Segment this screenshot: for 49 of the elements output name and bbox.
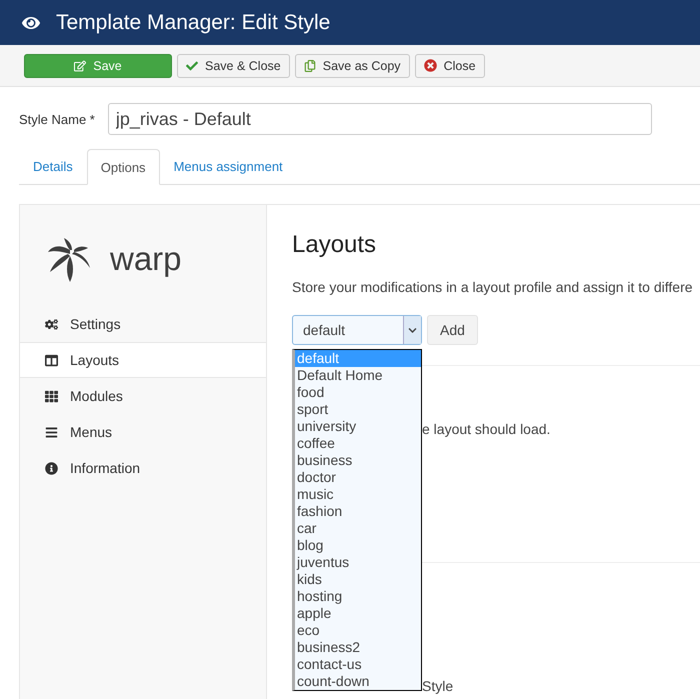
add-button[interactable]: Add: [427, 315, 478, 345]
chevron-icon: [408, 326, 417, 334]
dropdown-option[interactable]: food: [295, 384, 421, 401]
dropdown-option[interactable]: sport: [295, 401, 421, 418]
check-icon: [186, 60, 198, 72]
dropdown-option[interactable]: kids: [295, 571, 421, 588]
description-text: Store your modifications in a layout profile and assign it to differe: [292, 279, 694, 295]
copy-icon: [304, 60, 316, 72]
save-copy-button[interactable]: Save as Copy: [294, 54, 410, 78]
section-heading: Layouts: [292, 231, 378, 259]
tab[interactable]: Options: [86, 149, 160, 185]
dropdown-option[interactable]: hosting: [295, 588, 421, 605]
dropdown-option[interactable]: count-down: [295, 673, 421, 690]
sidebar-item[interactable]: Information: [20, 450, 266, 486]
field-label: Style Name *: [19, 112, 95, 126]
setting-text: Style: [422, 678, 454, 694]
dropdown-option[interactable]: contact-us: [295, 656, 421, 673]
dropdown-option[interactable]: coffee: [295, 435, 421, 452]
dropdown-option[interactable]: juventus: [295, 554, 421, 571]
dropdown-option[interactable]: Default Home: [295, 367, 421, 384]
sidebar-item[interactable]: Menus: [20, 414, 266, 450]
dropdown-option[interactable]: doctor: [295, 469, 421, 486]
gears-icon: [45, 318, 58, 330]
save-close-button[interactable]: Save & Close: [177, 54, 290, 78]
menu-icon: [45, 426, 58, 438]
dropdown-option[interactable]: apple: [295, 605, 421, 622]
page-title: Template Manager: Edit Style: [56, 10, 330, 34]
setting-text: e layout should load.: [422, 421, 550, 437]
dropdown-option[interactable]: business2: [295, 639, 421, 656]
edit-icon: [74, 60, 86, 72]
sidebar-item[interactable]: Layouts: [20, 342, 266, 378]
info-icon: [45, 462, 58, 474]
tab[interactable]: Menus assignment: [160, 149, 297, 184]
close-icon: [424, 59, 437, 72]
dropdown-option[interactable]: music: [295, 486, 421, 503]
dropdown-option[interactable]: car: [295, 520, 421, 537]
close-button[interactable]: Close: [414, 54, 485, 78]
dropdown-option[interactable]: business: [295, 452, 421, 469]
sidebar-item[interactable]: Modules: [20, 378, 266, 414]
logo-text: warp: [110, 240, 182, 278]
dropdown-option[interactable]: fashion: [295, 503, 421, 520]
layout-select[interactable]: default: [292, 315, 422, 345]
dropdown-option[interactable]: university: [295, 418, 421, 435]
columns-icon: [45, 354, 58, 366]
dropdown-option[interactable]: blog: [295, 537, 421, 554]
dropdown-option[interactable]: eco: [295, 622, 421, 639]
sidebar-item[interactable]: Settings: [20, 306, 266, 342]
tab[interactable]: Details: [19, 149, 87, 184]
grid-icon: [45, 390, 58, 402]
